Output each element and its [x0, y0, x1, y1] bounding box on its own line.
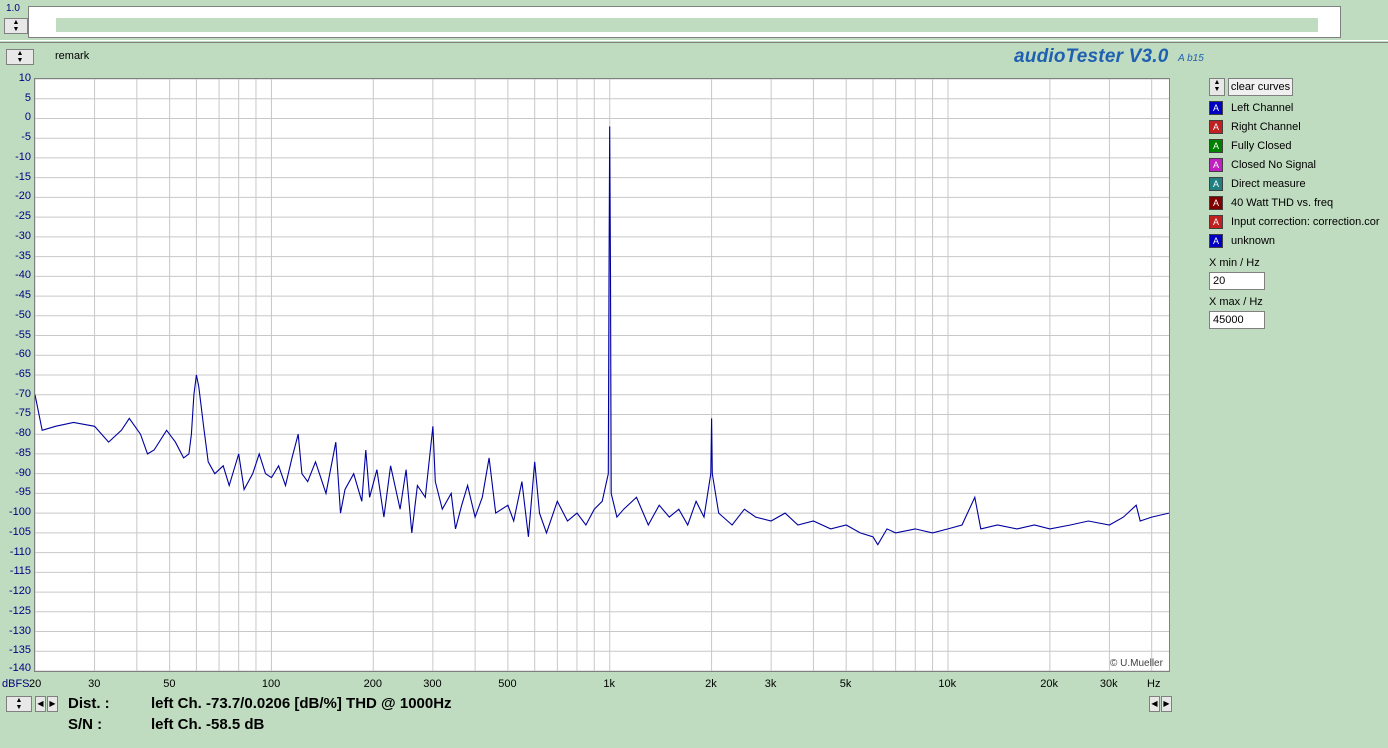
legend-label: Right Channel	[1231, 121, 1301, 133]
legend-item[interactable]: A Closed No Signal	[1209, 157, 1316, 173]
legend-item[interactable]: Aunknown	[1209, 233, 1275, 249]
legend-swatch[interactable]: A	[1209, 139, 1223, 153]
legend-spin-button[interactable]: ▲ ▼	[1209, 78, 1225, 96]
legend-label: 40 Watt THD vs. freq	[1231, 197, 1334, 209]
legend-label: Closed No Signal	[1231, 159, 1316, 171]
legend-item[interactable]: A 40 Watt THD vs. freq	[1209, 195, 1333, 211]
y-tick-label: -5	[21, 131, 31, 144]
legend-label: Input correction: correction.cor	[1231, 216, 1380, 228]
y-tick-label: -35	[15, 249, 31, 262]
x-tick-label: 30k	[1099, 678, 1118, 690]
x-tick-label: 10k	[938, 678, 957, 690]
y-tick-label: -50	[15, 308, 31, 321]
y-tick-label: -40	[15, 269, 31, 282]
clear-curves-button[interactable]: clear curves	[1228, 78, 1293, 96]
x-tick-label: 1k	[603, 678, 615, 690]
scroll-right-button[interactable]: ▶	[47, 696, 58, 712]
spectrum-svg	[35, 79, 1169, 671]
x-min-label: X min / Hz	[1209, 257, 1260, 269]
y-tick-label: -45	[15, 289, 31, 302]
y-tick-label: -30	[15, 229, 31, 242]
legend-item[interactable]: A Fully Closed	[1209, 138, 1292, 154]
y-tick-label: -140	[8, 662, 31, 674]
legend-swatch[interactable]: A	[1209, 101, 1223, 115]
y-tick-label: -120	[8, 585, 31, 598]
x-tick-label: 100	[261, 678, 281, 690]
y-tick-label: -10	[15, 150, 31, 163]
x-tick-label: 500	[498, 678, 517, 690]
y-tick-label: 10	[18, 72, 31, 84]
legend-label: Direct measure	[1231, 178, 1306, 190]
x-max-label: X max / Hz	[1209, 296, 1263, 308]
remark-spin-button[interactable]: ▲ ▼	[6, 49, 34, 65]
x-tick-label: 30	[88, 678, 101, 690]
legend-swatch[interactable]: A	[1209, 234, 1223, 248]
y-tick-label: -85	[15, 446, 31, 459]
legend-label: Left Channel	[1231, 102, 1294, 114]
legend-label: Fully Closed	[1231, 140, 1292, 152]
x-unit-label: Hz	[1147, 678, 1161, 690]
top-spin-button[interactable]: ▲ ▼	[4, 18, 28, 34]
y-tick-label: -110	[9, 545, 31, 558]
legend-swatch[interactable]: A	[1209, 177, 1223, 191]
legend-item[interactable]: A Input correction: correction.cor	[1209, 214, 1380, 230]
y-tick-label: -55	[15, 328, 31, 341]
x-min-input[interactable]	[1209, 272, 1265, 290]
x-tick-label: 2k	[705, 678, 717, 690]
y-tick-label: -75	[15, 407, 31, 420]
spectrum-plot[interactable]	[34, 78, 1170, 672]
x-tick-label: 5k	[839, 678, 852, 690]
legend-label: unknown	[1231, 235, 1276, 247]
y-tick-label: -125	[8, 604, 31, 617]
top-scale-label: 1.0	[6, 3, 20, 14]
legend-swatch[interactable]: A	[1209, 196, 1223, 210]
x-tick-label: 50	[163, 678, 176, 690]
x-max-input[interactable]	[1209, 311, 1265, 329]
y-tick-label: -90	[15, 466, 31, 479]
sn-key: S/N :	[68, 716, 103, 733]
x-tick-label: 3k	[764, 678, 777, 690]
app-version: A b15	[1178, 53, 1204, 64]
x-scroll-right-button[interactable]: ▶	[1161, 696, 1172, 712]
credit-label: © U.Mueller	[1110, 658, 1163, 669]
legend-swatch[interactable]: A	[1209, 120, 1223, 134]
legend-item[interactable]: A Right Channel	[1209, 119, 1301, 135]
y-tick-label: -20	[15, 190, 31, 203]
y-tick-label: -25	[15, 210, 31, 223]
y-tick-label: -105	[8, 525, 31, 538]
y-tick-label: -95	[15, 486, 31, 499]
x-scroll-left-button[interactable]: ◀	[1149, 696, 1160, 712]
dist-value: left Ch. -73.7/0.0206 [dB/%] THD @ 1000H…	[151, 695, 452, 712]
legend-swatch[interactable]: A	[1209, 215, 1223, 229]
legend-swatch[interactable]: A	[1209, 158, 1223, 172]
legend-item[interactable]: A Left Channel	[1209, 100, 1293, 116]
y-tick-label: -65	[15, 368, 31, 380]
y-tick-label: -130	[8, 624, 31, 637]
y-tick-label: -115	[9, 565, 31, 578]
x-tick-label: 200	[363, 678, 383, 690]
y-tick-label: -80	[15, 427, 31, 440]
y-tick-label: 0	[24, 111, 31, 124]
remark-label: remark	[55, 50, 90, 62]
y-tick-label: -100	[8, 506, 31, 519]
y-tick-label: -135	[8, 644, 31, 657]
app-title: audioTester V3.0	[1014, 46, 1169, 67]
y-tick-label: -15	[15, 170, 31, 183]
scroll-left-button[interactable]: ◀	[35, 696, 46, 712]
dist-key: Dist. :	[68, 695, 110, 712]
x-tick-label: 300	[423, 678, 442, 690]
top-separator	[0, 40, 1388, 43]
x-tick-label: 20k	[1040, 678, 1058, 690]
y-tick-label: 5	[24, 91, 31, 104]
bottom-spin-button[interactable]: ▲ ▼	[6, 696, 32, 712]
sn-value: left Ch. -58.5 dB	[151, 716, 265, 733]
y-tick-label: -70	[15, 387, 31, 400]
y-unit-label: dBFS	[2, 678, 30, 690]
top-overview-bar[interactable]	[56, 18, 1318, 32]
x-tick-label: 20	[29, 678, 42, 690]
y-tick-label: -60	[15, 348, 31, 361]
legend-item[interactable]: A Direct measure	[1209, 176, 1306, 192]
